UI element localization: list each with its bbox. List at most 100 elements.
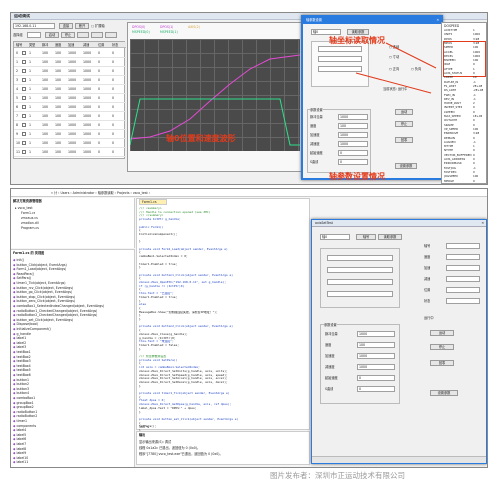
class-member-item[interactable]: ◆ radioButton1_CheckedChanged(object, Ev… bbox=[13, 309, 97, 313]
class-member-item[interactable]: ◆ button_rcv_Click(object, EventArgs) bbox=[13, 286, 73, 290]
form-stop-button[interactable]: 停止 bbox=[430, 344, 454, 350]
form-param-input[interactable]: 0 bbox=[357, 375, 395, 381]
variable-name: AXIS_STATUS bbox=[444, 72, 463, 75]
class-member-item[interactable]: ◆ timer1_Tick(object, EventArgs) bbox=[13, 281, 66, 285]
class-member-item[interactable]: ◆ label11 bbox=[13, 460, 28, 464]
class-member-item[interactable]: ◆ label2 bbox=[13, 341, 26, 345]
class-member-item[interactable]: ◆ label4 bbox=[13, 428, 26, 432]
code-line: } bbox=[139, 347, 141, 351]
code-lines[interactable]: /// <summary>/// Handle to connection op… bbox=[139, 207, 309, 432]
class-view-title: Form1.cs 的 类视图 bbox=[13, 251, 45, 255]
class-member-item[interactable]: ◆ textBox1 bbox=[13, 350, 31, 354]
form-home-button[interactable]: 回零 bbox=[430, 360, 454, 366]
tree-item[interactable]: zmotion.dll bbox=[21, 221, 39, 225]
form-move-button[interactable]: 运动 bbox=[430, 330, 454, 336]
class-member-item[interactable]: ◆ comboBox1_SelectedIndexChanged(object,… bbox=[13, 304, 104, 308]
class-member-item[interactable]: ◆ button4 bbox=[13, 391, 29, 395]
class-member-item[interactable]: ◆ button_zero_Click(object, EventArgs) bbox=[13, 299, 75, 303]
class-member-item[interactable]: ◆ textBox5 bbox=[13, 368, 31, 372]
class-member-label: label1 bbox=[16, 336, 27, 341]
class-member-item[interactable]: ◆ label3 bbox=[13, 345, 26, 349]
variable-value: 0 bbox=[473, 153, 475, 157]
variable-value: -1 bbox=[473, 80, 476, 84]
class-member-item[interactable]: ◆ label5 bbox=[13, 433, 26, 437]
class-member-item[interactable]: ◆ groupBox1 bbox=[13, 401, 34, 405]
form-right-input[interactable] bbox=[446, 265, 480, 271]
tree-list: ▸ vsco_test Form1.cs zmcaux.cs zmotion.dll P… bbox=[15, 206, 133, 246]
class-member-item[interactable]: ◆ InitializeComponent() bbox=[13, 327, 51, 331]
form-right-label: 轴号 bbox=[424, 244, 431, 248]
class-member-item[interactable]: ◆ groupBox2 bbox=[13, 405, 34, 409]
form-axis-combo[interactable]: 轴0 bbox=[320, 234, 350, 240]
class-member-item[interactable]: ◆ radioButton2_CheckedChanged(object, Ev… bbox=[13, 313, 97, 317]
variable-name: VP_SPEED bbox=[444, 127, 459, 131]
form-param-input[interactable]: 1000 bbox=[357, 364, 395, 370]
form-status-strip bbox=[312, 456, 486, 463]
form-param-input[interactable]: 0 bbox=[357, 386, 395, 392]
code-line: comboBox1.SelectedIndex = 0; bbox=[139, 255, 188, 259]
variable-name: OUTLIMIT bbox=[444, 119, 458, 123]
form-setparam-button[interactable]: 设置参数 bbox=[430, 390, 458, 396]
form-tab-axis[interactable]: 轴号 bbox=[356, 234, 376, 240]
form-right-input[interactable] bbox=[446, 298, 480, 304]
class-member-item[interactable]: ◆ button_set_Click(object, EventArgs) bbox=[13, 318, 73, 322]
form-param-input[interactable]: 100 bbox=[357, 342, 395, 348]
variable-name: NTYPE bbox=[444, 149, 453, 153]
class-member-item[interactable]: ◆ components bbox=[13, 424, 36, 428]
form-right-input[interactable] bbox=[446, 254, 480, 260]
class-member-item[interactable]: ◆ init() bbox=[13, 258, 24, 262]
variable-name: FWD_IN bbox=[444, 93, 455, 97]
tree-item[interactable]: Program.cs bbox=[21, 226, 39, 230]
variable-value: 0 bbox=[473, 119, 475, 123]
class-member-label: InitializeComponent() bbox=[16, 327, 51, 331]
class-member-item[interactable]: ◆ label6 bbox=[13, 437, 26, 441]
form-right-input[interactable] bbox=[446, 243, 480, 249]
class-member-item[interactable]: ◆ SetPara() bbox=[13, 276, 31, 280]
class-member-item[interactable]: ◆ ReadPara() bbox=[13, 272, 34, 276]
form-tab-read[interactable]: 读取参数 bbox=[378, 234, 402, 240]
class-member-item[interactable]: ◆ button_stop_Click(object, EventArgs) bbox=[13, 295, 75, 299]
variable-value: 1000 bbox=[473, 54, 481, 58]
form-right-input[interactable] bbox=[446, 287, 480, 293]
class-member-item[interactable]: ◆ comboBox1 bbox=[13, 396, 35, 400]
class-member-item[interactable]: ◆ timer1 bbox=[13, 419, 27, 423]
code-tab[interactable]: Form1.cs bbox=[139, 199, 167, 205]
class-member-label: label7 bbox=[16, 442, 27, 446]
tree-item[interactable]: ▸ vsco_test bbox=[15, 206, 33, 210]
form-param-input[interactable]: 1000 bbox=[357, 353, 395, 359]
variable-name: SRAMP bbox=[444, 123, 454, 127]
form-param-input[interactable]: 1000 bbox=[357, 331, 395, 337]
class-member-item[interactable]: ◆ button_go_Click(object, EventArgs) bbox=[13, 290, 72, 294]
class-member-item[interactable]: ◆ label8 bbox=[13, 447, 26, 451]
class-member-item[interactable]: ◆ textBox6 bbox=[13, 373, 31, 377]
form-param-label: 减速度 bbox=[325, 365, 335, 369]
class-member-item[interactable]: ◆ Dispose(bool) bbox=[13, 322, 38, 326]
class-member-item[interactable]: ◆ button2 bbox=[13, 382, 29, 386]
class-member-item[interactable]: ◆ radioButton1 bbox=[13, 410, 37, 414]
class-member-item[interactable]: ◆ label10 bbox=[13, 456, 28, 460]
class-member-item[interactable]: ◆ g_handle bbox=[13, 332, 31, 336]
class-member-label: button_go_Click(object, EventArgs) bbox=[16, 290, 73, 295]
class-member-item[interactable]: ◆ radioButton2 bbox=[13, 414, 37, 418]
class-member-item[interactable]: ◆ textBox2 bbox=[13, 355, 31, 359]
class-member-item[interactable]: ◆ label9 bbox=[13, 451, 26, 455]
class-member-item[interactable]: ◆ button_Click(object, EventArgs) bbox=[13, 263, 67, 267]
tree-item[interactable]: Form1.cs bbox=[21, 211, 35, 215]
form-close-icon[interactable]: ✕ bbox=[481, 221, 484, 225]
class-member-item[interactable]: ◆ label7 bbox=[13, 442, 26, 446]
class-member-item[interactable]: ◆ button3 bbox=[13, 387, 29, 391]
form-right-input[interactable] bbox=[446, 276, 480, 282]
class-member-item[interactable]: ◆ textBox3 bbox=[13, 359, 31, 363]
class-member-item[interactable]: ◆ button1 bbox=[13, 378, 29, 382]
class-member-item[interactable]: ◆ Form1_Load(object, EventArgs) bbox=[13, 267, 66, 271]
bottom-screenshot: « 计 › Users › Administrator › 轴参数读取 › Pr… bbox=[10, 188, 488, 468]
class-member-label: label10 bbox=[16, 455, 29, 460]
class-member-item[interactable]: ◆ textBox4 bbox=[13, 364, 31, 368]
tree-item[interactable]: zmcaux.cs bbox=[21, 216, 38, 220]
breadcrumb[interactable]: « 计 › Users › Administrator › 轴参数读取 › Pr… bbox=[51, 191, 150, 195]
form-param-label: 加速度 bbox=[325, 354, 335, 358]
variable-value: 0 bbox=[473, 136, 475, 140]
class-member-item[interactable]: ◆ label1 bbox=[13, 336, 26, 340]
variable-value: 0 bbox=[473, 162, 475, 166]
variable-name: REV_IN bbox=[444, 97, 454, 101]
